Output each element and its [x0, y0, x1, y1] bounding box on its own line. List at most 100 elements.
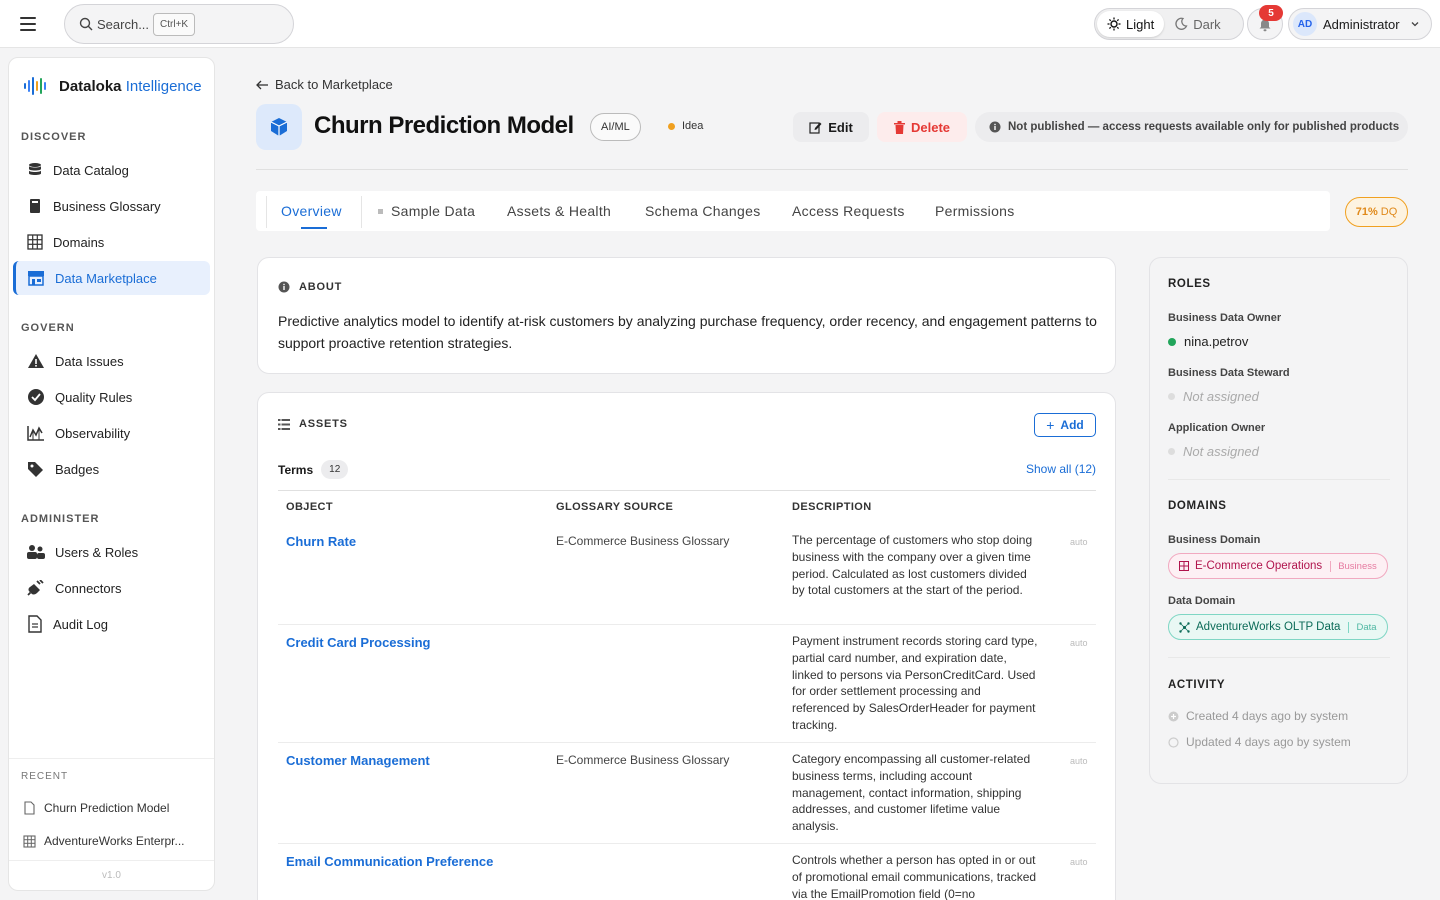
avatar: AD	[1293, 12, 1317, 36]
business-owner-label: Business Data Owner	[1168, 312, 1282, 324]
section-govern: GOVERN	[21, 322, 75, 334]
about-description: Predictive analytics model to identify a…	[278, 313, 1097, 351]
data-domain-pill[interactable]: AdventureWorks OLTP Data Data	[1168, 614, 1388, 640]
database-icon	[29, 163, 41, 175]
data-domain-label: Data Domain	[1168, 595, 1236, 607]
term-link[interactable]: Email Communication Preference	[286, 854, 493, 869]
document-icon	[24, 801, 35, 815]
brand-logo[interactable]: Dataloka Intelligence	[23, 76, 202, 96]
business-owner-name: nina.petrov	[1184, 334, 1249, 349]
status-dot	[1168, 393, 1175, 400]
table-row: Churn Rate E-Commerce Business Glossary …	[278, 524, 1096, 625]
sidebar-item-connectors[interactable]: Connectors	[13, 571, 210, 605]
section-recent: RECENT	[21, 771, 69, 782]
document-icon	[28, 615, 42, 633]
sidebar-item-domains[interactable]: Domains	[13, 225, 210, 259]
roles-heading: ROLES	[1168, 278, 1211, 290]
auto-tag: auto	[1070, 638, 1088, 648]
tab-overview[interactable]: Overview	[281, 191, 342, 231]
term-link[interactable]: Churn Rate	[286, 534, 356, 549]
sidebar-item-label: Quality Rules	[55, 389, 133, 405]
tag-icon	[28, 462, 43, 477]
recent-item-adventureworks[interactable]: AdventureWorks Enterpr...	[23, 834, 208, 848]
activity-heading: ACTIVITY	[1168, 679, 1226, 691]
grid-icon	[1179, 561, 1189, 571]
trash-icon	[893, 120, 905, 134]
delete-button[interactable]: Delete	[877, 112, 967, 142]
sidebar-item-label: Business Glossary	[53, 198, 161, 214]
activity-updated-text: Updated 4 days ago by system	[1186, 735, 1351, 749]
term-link[interactable]: Credit Card Processing	[286, 635, 431, 650]
app-owner-label: Application Owner	[1168, 422, 1266, 434]
tab-schema-changes[interactable]: Schema Changes	[645, 191, 761, 231]
auto-tag: auto	[1070, 537, 1088, 547]
assets-heading-label: ASSETS	[299, 418, 348, 430]
tab-access-requests[interactable]: Access Requests	[792, 191, 905, 231]
sidebar-item-label: Connectors	[55, 580, 122, 596]
arrow-left-icon	[256, 80, 268, 89]
delete-label: Delete	[910, 119, 951, 135]
tab-dot-icon	[378, 208, 383, 214]
search-input[interactable]: Search... Ctrl+K	[64, 4, 294, 44]
brand-suffix: Intelligence	[125, 77, 202, 95]
data-domain-name: AdventureWorks OLTP Data	[1196, 621, 1341, 633]
auto-tag: auto	[1070, 756, 1088, 766]
search-icon	[79, 17, 93, 31]
sidebar-item-data-catalog[interactable]: Data Catalog	[13, 153, 210, 187]
sidebar-item-data-marketplace[interactable]: Data Marketplace	[13, 261, 210, 295]
product-icon	[256, 104, 302, 150]
steward-label: Business Data Steward	[1168, 367, 1290, 379]
sun-icon	[1107, 17, 1121, 31]
grid-icon	[23, 834, 36, 848]
network-icon	[1179, 621, 1190, 633]
business-domain-pill[interactable]: E-Commerce Operations Business	[1168, 553, 1388, 579]
status-dot	[668, 122, 675, 130]
divider	[9, 860, 214, 861]
tab-sample-data[interactable]: Sample Data	[378, 191, 475, 231]
chart-icon	[27, 426, 44, 441]
plus-icon: +	[1046, 417, 1055, 433]
theme-dark-button[interactable]: Dark	[1164, 11, 1230, 37]
sidebar-item-business-glossary[interactable]: Business Glossary	[13, 189, 210, 223]
status-badge: Idea	[668, 120, 703, 132]
sidebar-item-data-issues[interactable]: Data Issues	[13, 344, 210, 378]
activity-updated: Updated 4 days ago by system	[1168, 735, 1351, 749]
user-menu[interactable]: AD Administrator	[1288, 8, 1432, 40]
menu-icon[interactable]	[18, 14, 38, 34]
add-asset-button[interactable]: + Add	[1034, 413, 1096, 437]
sidebar-item-observability[interactable]: Observability	[13, 416, 210, 450]
status-label: Idea	[682, 120, 704, 132]
sidebar-item-quality-rules[interactable]: Quality Rules	[13, 380, 210, 414]
recent-item-churn-prediction-model[interactable]: Churn Prediction Model	[23, 801, 208, 815]
theme-light-button[interactable]: Light	[1097, 11, 1165, 37]
plug-icon	[27, 580, 44, 596]
list-icon	[278, 418, 290, 430]
sidebar-item-label: Observability	[55, 425, 131, 441]
assets-heading: ASSETS	[278, 418, 348, 430]
show-all-terms-link[interactable]: Show all (12)	[1026, 462, 1096, 476]
recent-item-label: AdventureWorks Enterpr...	[44, 834, 185, 848]
notification-count-badge: 5	[1259, 5, 1283, 21]
dq-score-badge[interactable]: 71% DQ	[1345, 197, 1408, 227]
cube-icon	[270, 118, 288, 136]
sidebar-item-users-roles[interactable]: Users & Roles	[13, 535, 210, 569]
tab-permissions[interactable]: Permissions	[935, 191, 1015, 231]
column-header-glossary-source: GLOSSARY SOURCE	[556, 501, 674, 513]
sidebar-item-badges[interactable]: Badges	[13, 452, 210, 486]
top-bar: Search... Ctrl+K Light Dark 5 AD Adminis…	[0, 0, 1440, 48]
sidebar-item-audit-log[interactable]: Audit Log	[13, 607, 210, 641]
activity-created-text: Created 4 days ago by system	[1186, 709, 1349, 723]
tab-bar: Overview Sample Data Assets & Health Sch…	[256, 191, 1330, 231]
edit-button[interactable]: Edit	[793, 112, 869, 142]
logo-icon	[24, 77, 46, 95]
theme-dark-label: Dark	[1193, 16, 1221, 32]
steward-name: Not assigned	[1183, 389, 1259, 404]
term-link[interactable]: Customer Management	[286, 753, 430, 768]
terms-count-badge: 12	[321, 460, 349, 479]
divider	[1168, 479, 1390, 480]
tab-assets-health[interactable]: Assets & Health	[507, 191, 611, 231]
back-to-marketplace-link[interactable]: Back to Marketplace	[256, 77, 393, 92]
check-circle-icon	[28, 389, 44, 405]
theme-toggle: Light Dark	[1094, 8, 1244, 40]
divider	[278, 490, 1096, 491]
